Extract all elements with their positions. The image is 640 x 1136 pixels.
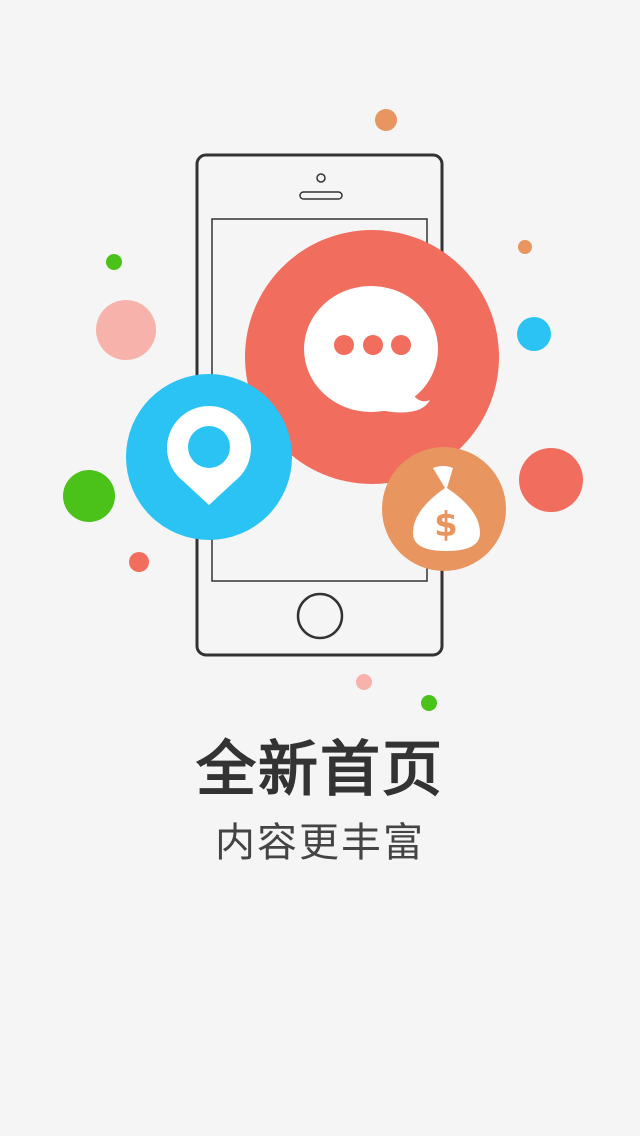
location-pin-icon xyxy=(126,374,292,540)
decor-dot-green-small xyxy=(106,254,122,270)
decor-dot-pink-bottom xyxy=(356,674,372,690)
phone-speaker xyxy=(299,191,343,200)
money-bag-icon: $ xyxy=(382,447,506,571)
page-subtitle: 内容更丰富 xyxy=(215,820,425,866)
phone-home-button xyxy=(296,592,344,640)
decor-dot-blue xyxy=(517,317,551,351)
decor-dot-orange-top xyxy=(375,109,397,131)
decor-dot-orange-right xyxy=(518,240,532,254)
phone-camera xyxy=(316,173,326,183)
page-title: 全新首页 xyxy=(196,735,444,805)
decor-dot-coral-small xyxy=(129,552,149,572)
decor-dot-coral-right xyxy=(519,448,583,512)
dollar-sign: $ xyxy=(434,505,458,545)
decor-dot-green-large xyxy=(63,470,115,522)
onboarding-illustration: $ xyxy=(63,109,583,711)
decor-dot-green-bottom xyxy=(421,695,437,711)
decor-dot-pink-large xyxy=(96,300,156,360)
